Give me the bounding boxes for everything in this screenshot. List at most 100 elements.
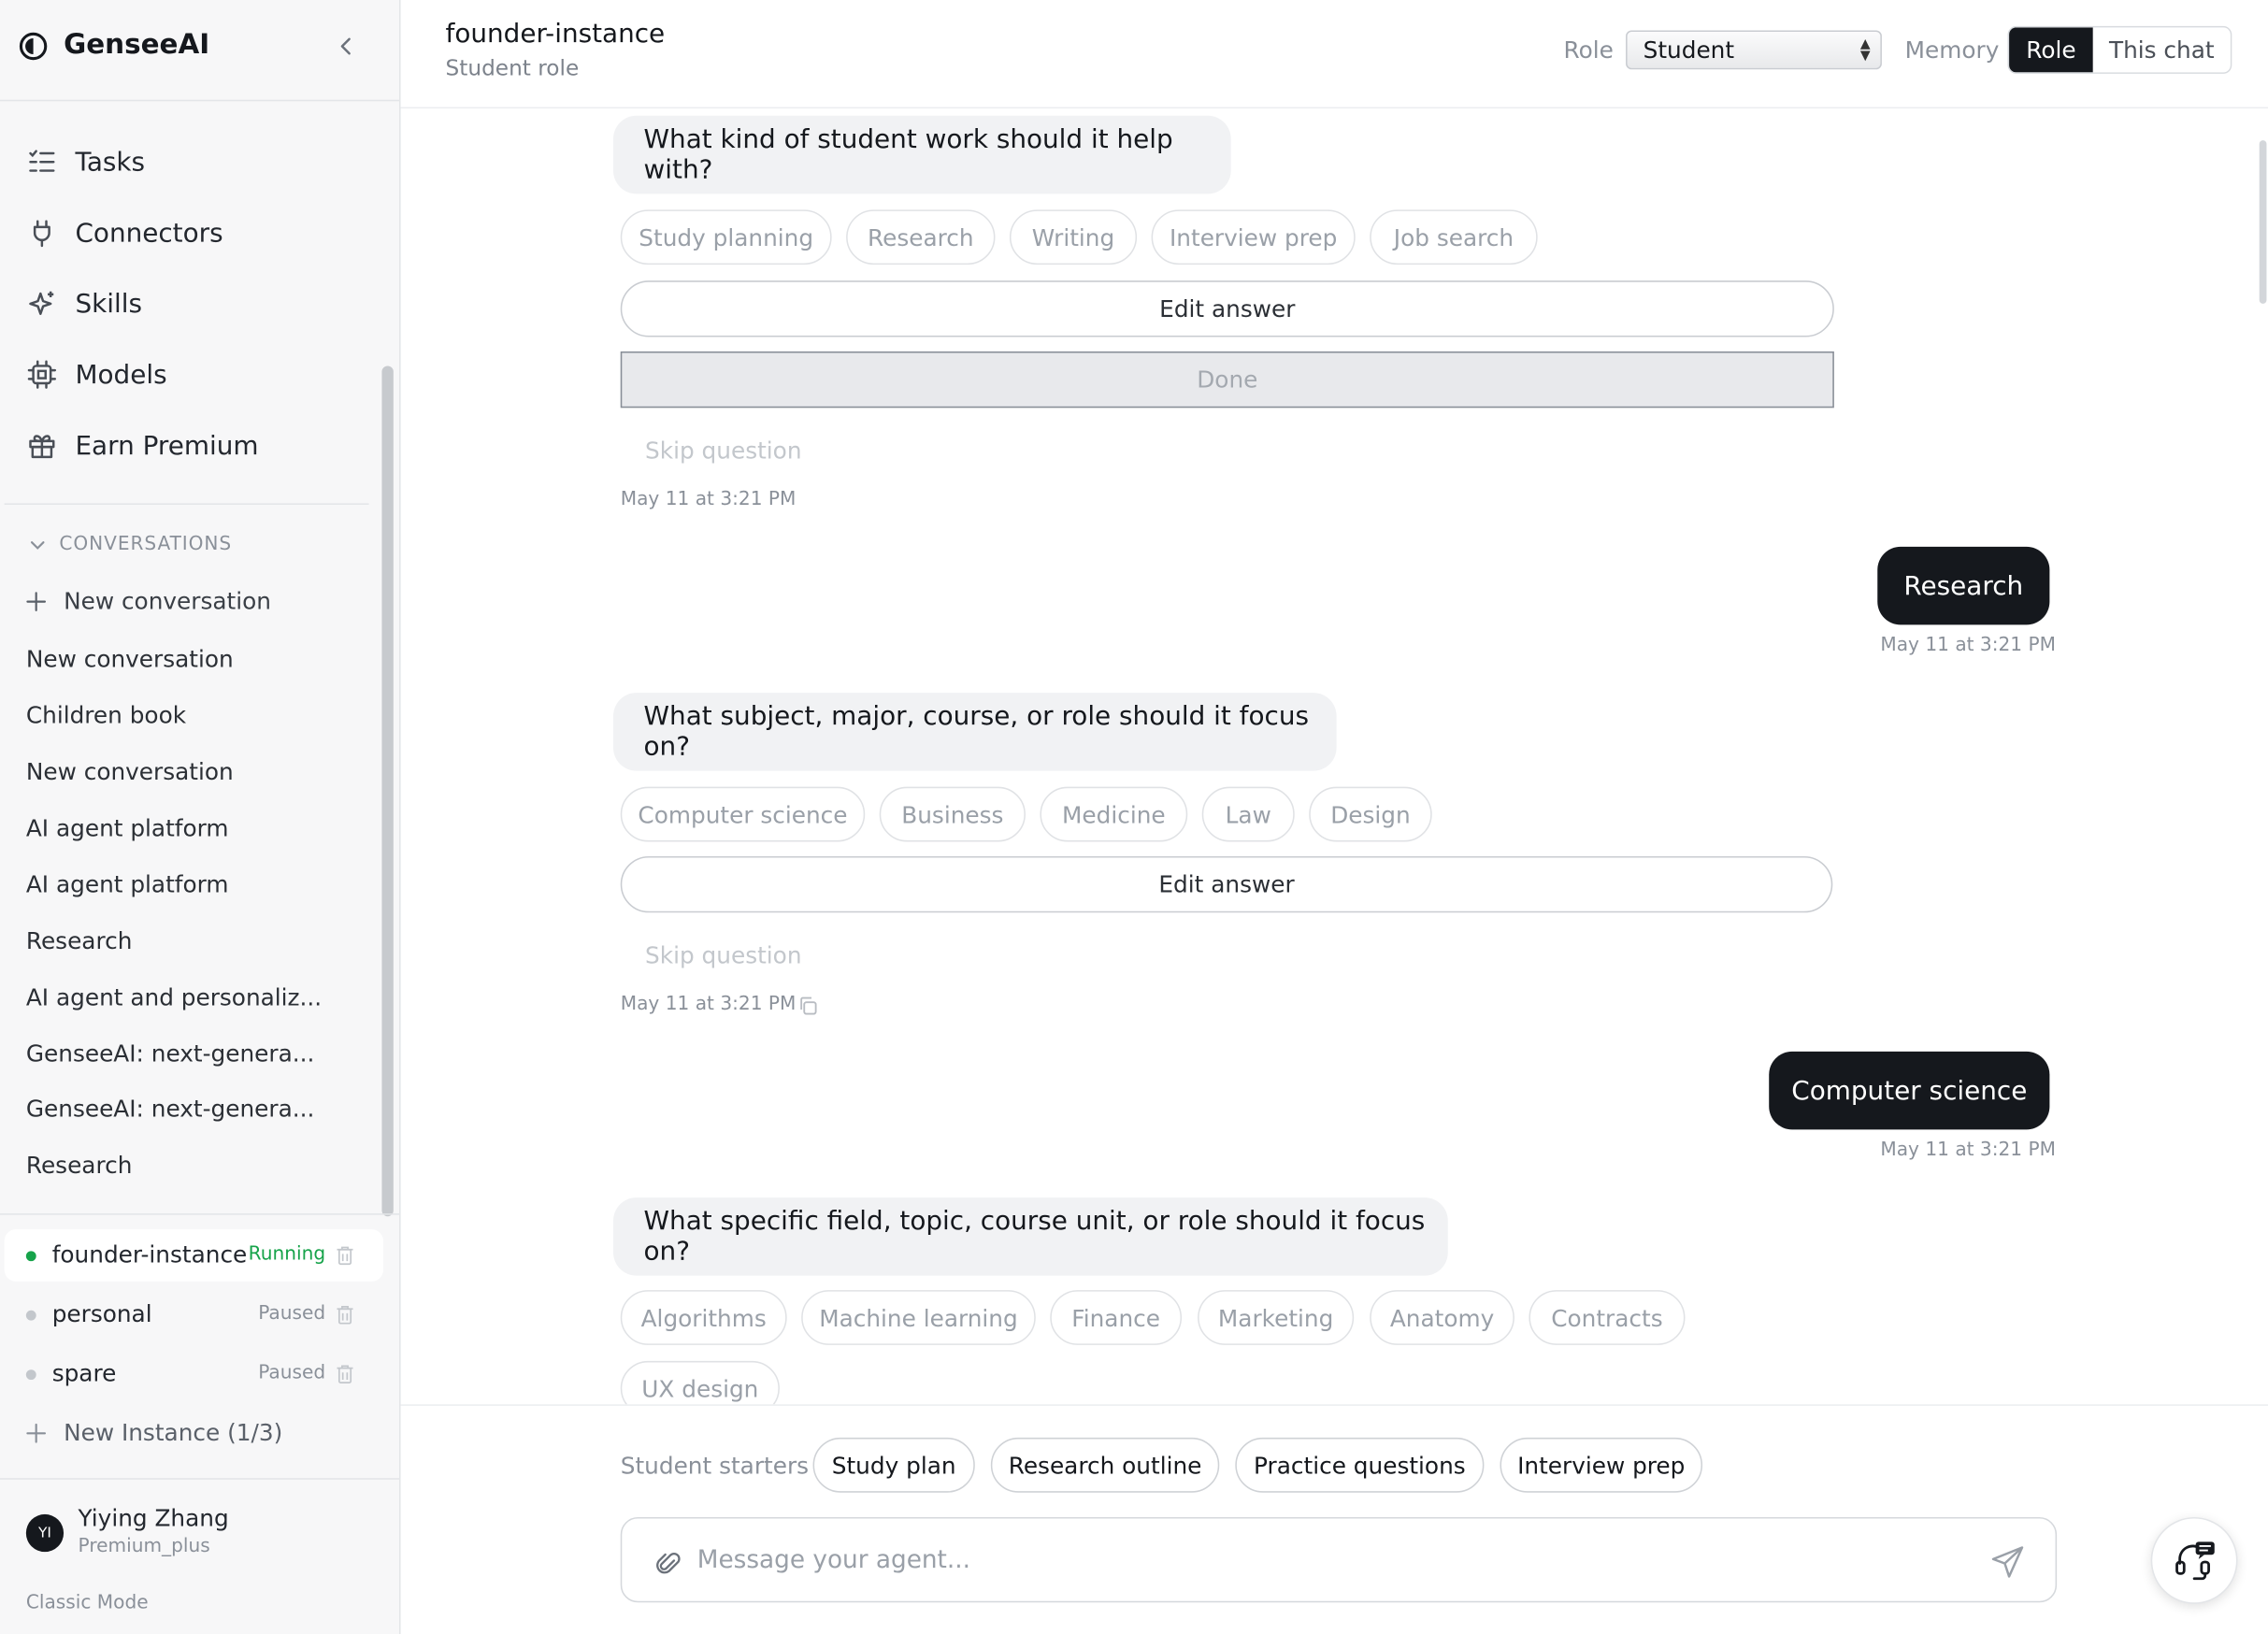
conversation-item[interactable]: Research <box>26 927 133 954</box>
chat-header: founder-instance Student role Role Stude… <box>400 0 2268 109</box>
headset-chat-icon <box>2175 1541 2215 1581</box>
answer-option-chip[interactable]: Law <box>1201 786 1295 842</box>
answer-option-chip[interactable]: Computer science <box>620 786 866 842</box>
answer-option-chip[interactable]: Design <box>1309 786 1432 842</box>
skip-question-link[interactable]: Skip question <box>645 437 801 464</box>
conversation-item[interactable]: Research <box>26 1152 133 1179</box>
instance-item-founder-instance[interactable]: founder-instance Running <box>4 1229 384 1282</box>
starters-label: Student starters <box>620 1452 810 1480</box>
brand-bar: GenseeAI <box>0 0 400 102</box>
answer-option-chip[interactable]: Medicine <box>1040 786 1188 842</box>
chat-scrollbar[interactable] <box>2259 140 2267 304</box>
conversation-item[interactable]: GenseeAI: next-genera... <box>26 1039 314 1067</box>
sidebar-scrollbar[interactable] <box>381 366 394 1217</box>
plus-icon <box>26 1423 47 1442</box>
trash-icon[interactable] <box>336 1245 354 1266</box>
instance-item-spare[interactable]: spare Paused <box>5 1348 383 1400</box>
user-message-bubble: Computer science <box>1769 1051 2050 1130</box>
starter-chip-practice-questions[interactable]: Practice questions <box>1235 1437 1485 1493</box>
new-instance-label: New Instance (1/3) <box>64 1418 283 1447</box>
skip-question-link[interactable]: Skip question <box>645 941 801 968</box>
message-input[interactable] <box>696 1539 1942 1583</box>
answer-option-chip[interactable]: Writing <box>1009 209 1138 265</box>
agent-question-bubble: What subject, major, course, or role sho… <box>613 693 1337 771</box>
divider <box>0 1478 400 1480</box>
starter-chip-research-outline[interactable]: Research outline <box>990 1437 1220 1493</box>
answer-option-chip[interactable]: Contracts <box>1529 1290 1686 1345</box>
answer-option-chip[interactable]: Research <box>846 209 996 265</box>
sidebar: GenseeAI Tasks Connectors Skills Models … <box>0 0 401 1634</box>
new-conversation-label: New conversation <box>64 587 271 615</box>
conversations-header[interactable]: CONVERSATIONS <box>29 534 232 555</box>
answer-option-chip[interactable]: Algorithms <box>620 1290 787 1345</box>
nav-label: Earn Premium <box>75 430 259 461</box>
paperclip-icon[interactable] <box>653 1549 682 1578</box>
conversation-item[interactable]: New conversation <box>26 645 234 672</box>
new-instance-button[interactable]: New Instance (1/3) <box>26 1419 282 1446</box>
answer-option-chip[interactable]: Finance <box>1050 1290 1183 1345</box>
copy-icon[interactable] <box>797 995 819 1016</box>
nav-item-tasks[interactable]: Tasks <box>26 140 145 183</box>
answer-option-chip[interactable]: UX design <box>620 1360 780 1405</box>
answer-option-chip[interactable]: Anatomy <box>1370 1290 1514 1345</box>
nav-item-skills[interactable]: Skills <box>26 282 142 325</box>
conversation-item[interactable]: AI agent platform <box>26 870 229 897</box>
status-badge: Running <box>248 1243 326 1266</box>
nav-item-earn-premium[interactable]: Earn Premium <box>26 423 259 466</box>
timestamp: May 11 at 3:21 PM <box>1880 635 2056 657</box>
classic-mode-link[interactable]: Classic Mode <box>26 1592 149 1613</box>
role-select[interactable]: Student ▲ ▼ <box>1626 30 1882 70</box>
conversation-item[interactable]: AI agent and personaliz... <box>26 983 322 1010</box>
trash-icon[interactable] <box>336 1305 354 1326</box>
nav-label: Tasks <box>75 147 146 178</box>
composer: Student starters Study plan Research out… <box>400 1404 2268 1634</box>
instance-name: personal <box>51 1299 152 1328</box>
send-icon[interactable] <box>1988 1543 2026 1581</box>
answer-option-chip[interactable]: Business <box>879 786 1026 842</box>
gift-icon <box>29 435 55 459</box>
new-conversation-button[interactable]: New conversation <box>26 587 271 615</box>
edit-answer-button[interactable]: Edit answer <box>620 855 1833 913</box>
agent-question-bubble: What specific field, topic, course unit,… <box>613 1197 1448 1276</box>
answer-option-chip[interactable]: Job search <box>1370 209 1538 265</box>
plug-icon <box>33 220 50 248</box>
support-chat-button[interactable] <box>2150 1517 2238 1604</box>
answer-option-chip[interactable]: Interview prep <box>1151 209 1356 265</box>
trash-icon[interactable] <box>336 1364 354 1384</box>
page-subtitle: Student role <box>445 54 580 81</box>
memory-option-role[interactable]: Role <box>2009 27 2093 73</box>
instance-item-personal[interactable]: personal Paused <box>5 1289 383 1341</box>
user-name[interactable]: Yiying Zhang <box>79 1504 229 1531</box>
nav-item-connectors[interactable]: Connectors <box>26 211 223 254</box>
chat-thread: What kind of student work should it help… <box>401 108 2268 1405</box>
user-message-bubble: Research <box>1877 546 2050 625</box>
answer-option-chip[interactable]: Machine learning <box>801 1290 1036 1345</box>
collapse-sidebar-icon[interactable] <box>331 32 360 61</box>
conversation-item[interactable]: Children book <box>26 701 186 728</box>
status-dot <box>25 1251 36 1262</box>
done-button[interactable]: Done <box>620 351 1834 408</box>
conversations-header-label: CONVERSATIONS <box>59 533 233 556</box>
timestamp: May 11 at 3:21 PM <box>1880 1140 2056 1162</box>
conversation-item[interactable]: AI agent platform <box>26 814 229 841</box>
answer-option-chip[interactable]: Marketing <box>1198 1290 1355 1345</box>
app-name: GenseeAI <box>64 28 210 61</box>
status-dot <box>25 1369 36 1381</box>
timestamp: May 11 at 3:21 PM <box>620 488 797 511</box>
chip-icon <box>27 360 57 389</box>
avatar[interactable]: YI <box>25 1513 65 1553</box>
starter-chip-interview-prep[interactable]: Interview prep <box>1500 1437 1703 1493</box>
conversation-item[interactable]: GenseeAI: next-genera... <box>26 1095 314 1122</box>
tasks-icon <box>29 150 55 172</box>
status-badge: Paused <box>258 1303 326 1326</box>
memory-toggle: Role This chat <box>2007 25 2232 74</box>
role-select-value: Student <box>1643 36 1735 64</box>
answer-option-chip[interactable]: Study planning <box>620 209 832 265</box>
nav-item-models[interactable]: Models <box>26 353 167 396</box>
memory-label: Memory <box>1904 36 2000 64</box>
genseeai-logo-icon <box>19 32 48 61</box>
starter-chip-study-plan[interactable]: Study plan <box>812 1437 975 1493</box>
memory-option-this-chat[interactable]: This chat <box>2092 27 2231 73</box>
edit-answer-button[interactable]: Edit answer <box>620 280 1834 337</box>
conversation-item[interactable]: New conversation <box>26 758 234 785</box>
